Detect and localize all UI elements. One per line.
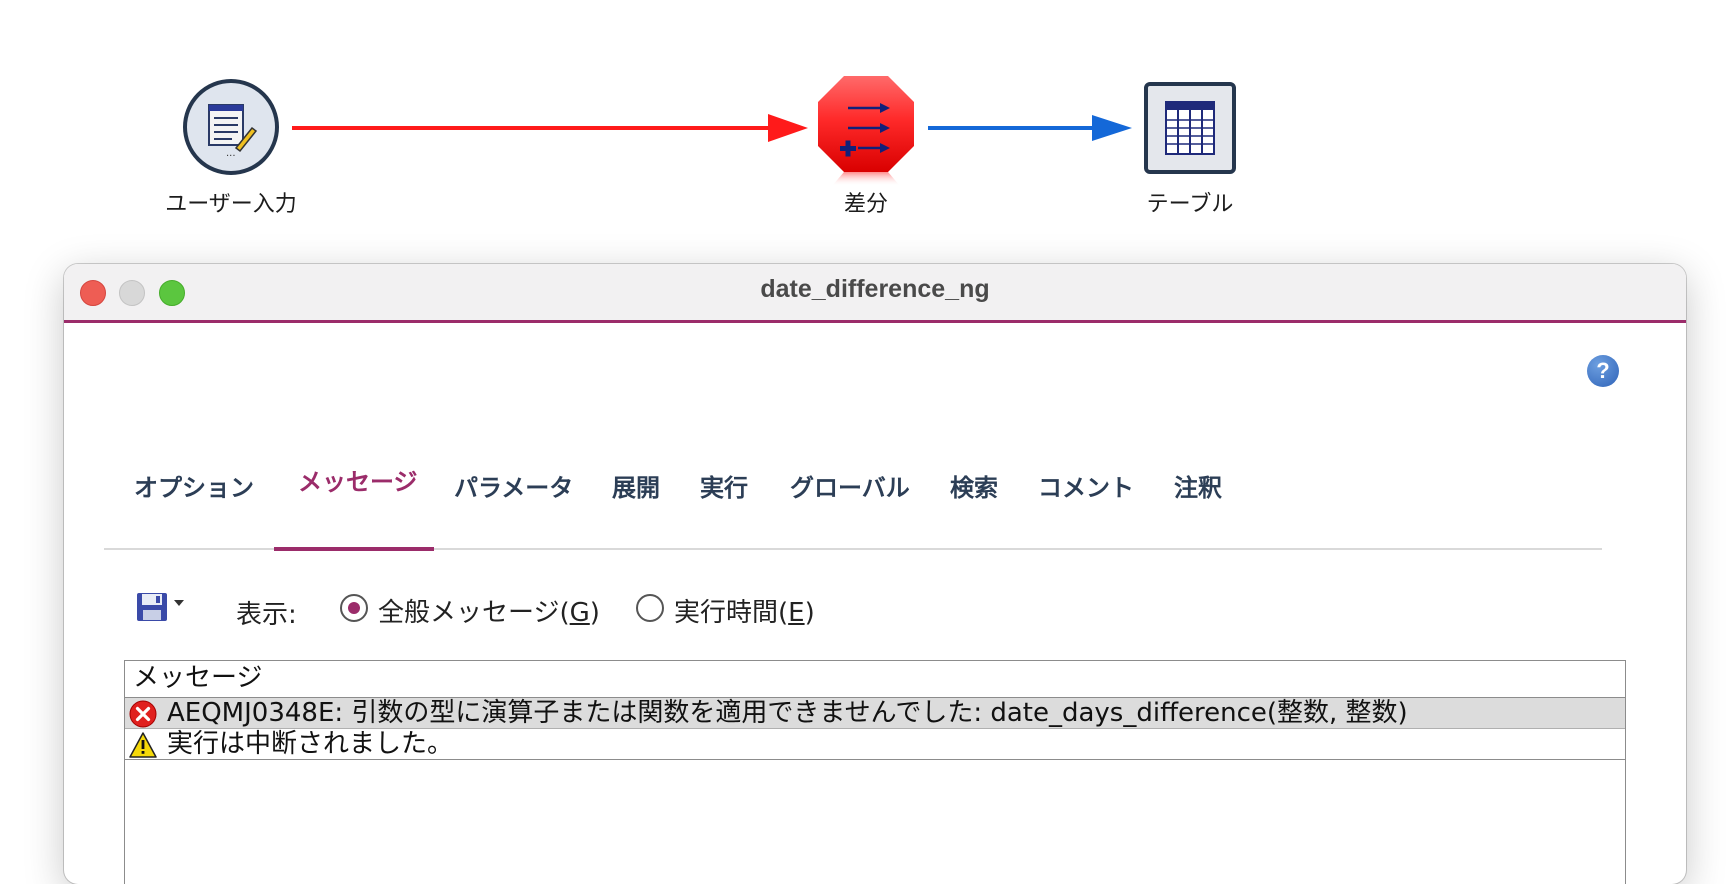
show-label: 表示: bbox=[236, 600, 297, 630]
tab-parameters[interactable]: パラメータ bbox=[454, 460, 573, 516]
dialog-tabs: オプション メッセージ パラメータ 展開 実行 グローバル 検索 コメント 注釈 bbox=[104, 460, 1604, 516]
table-node[interactable] bbox=[1144, 82, 1236, 174]
user-input-node-label: ユーザー入力 bbox=[165, 192, 297, 217]
messages-table[interactable]: メッセージ AEQMJ0348E: 引数の型に演算子または関数を適用できませんで… bbox=[124, 660, 1626, 884]
warning-message-text: 実行は中断されました。 bbox=[167, 729, 454, 759]
messages-column-header[interactable]: メッセージ bbox=[125, 661, 1625, 698]
window-titlebar[interactable]: date_difference_ng bbox=[64, 264, 1686, 323]
general-messages-radio-label[interactable]: 全般メッセージ(G) bbox=[378, 592, 600, 629]
execution-time-radio[interactable] bbox=[636, 594, 664, 622]
error-icon bbox=[129, 700, 157, 728]
user-input-node[interactable]: ... bbox=[182, 78, 280, 176]
derive-node-label: 差分 bbox=[843, 192, 889, 217]
table-node-label: テーブル bbox=[1146, 192, 1234, 217]
tab-comment[interactable]: コメント bbox=[1038, 460, 1134, 516]
save-dropdown-chevron-down-icon[interactable] bbox=[174, 600, 184, 606]
error-message-text: AEQMJ0348E: 引数の型に演算子または関数を適用できませんでした: da… bbox=[167, 698, 1408, 728]
derive-node[interactable] bbox=[816, 74, 916, 198]
general-messages-radio[interactable] bbox=[340, 594, 368, 622]
tab-messages[interactable]: メッセージ bbox=[298, 454, 418, 510]
window-title: date_difference_ng bbox=[760, 275, 990, 303]
table-icon bbox=[1144, 82, 1236, 174]
save-icon[interactable] bbox=[136, 592, 168, 622]
tab-search[interactable]: 検索 bbox=[950, 460, 998, 516]
stream-canvas: ... ユーザー入力 差分 テーブル bbox=[0, 0, 1728, 260]
table-row[interactable]: 実行は中断されました。 bbox=[125, 729, 1625, 760]
tab-annotation[interactable]: 注釈 bbox=[1174, 460, 1222, 516]
svg-text:...: ... bbox=[226, 148, 236, 159]
tab-globals[interactable]: グローバル bbox=[790, 460, 910, 516]
tab-options[interactable]: オプション bbox=[134, 460, 254, 516]
table-row[interactable]: AEQMJ0348E: 引数の型に演算子または関数を適用できませんでした: da… bbox=[125, 698, 1625, 729]
error-link-arrowhead bbox=[768, 114, 808, 142]
tab-deploy[interactable]: 展開 bbox=[612, 460, 660, 516]
node-dialog-window: date_difference_ng ? オプション メッセージ パラメータ 展… bbox=[64, 264, 1686, 884]
derive-icon bbox=[818, 76, 914, 186]
normal-link-arrowhead bbox=[1092, 115, 1132, 141]
active-tab-indicator bbox=[274, 547, 434, 551]
execution-time-radio-label[interactable]: 実行時間(E) bbox=[674, 592, 815, 629]
warning-icon bbox=[129, 732, 157, 758]
help-icon[interactable]: ? bbox=[1587, 355, 1619, 387]
tab-execute[interactable]: 実行 bbox=[700, 460, 748, 516]
user-input-icon: ... bbox=[183, 79, 279, 175]
